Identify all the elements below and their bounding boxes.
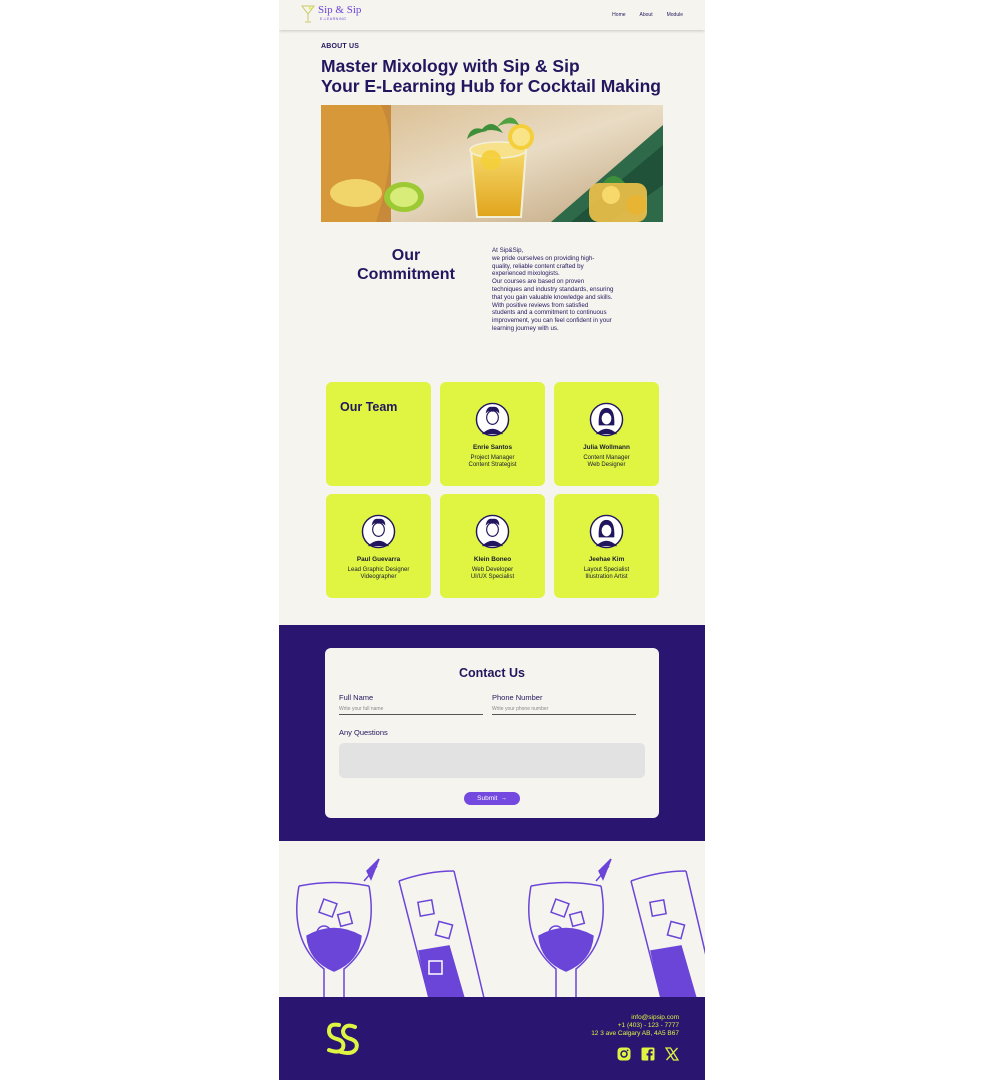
phone-number-label: Phone Number: [492, 693, 543, 702]
commitment-title-line-2: Commitment: [357, 266, 455, 283]
contact-section: Contact Us Full Name Phone Number Any Qu…: [279, 625, 705, 841]
brand-name: Sip & Sip: [318, 4, 362, 16]
cocktail-glass-icon: [301, 5, 315, 23]
footer-contact-info: info@sipsip.com +1 (403) - 123 - 7777 12…: [591, 1014, 679, 1038]
member-name: Klein Boneo: [473, 556, 512, 563]
page-headline: Master Mixology with Sip & Sip Your E-Le…: [321, 56, 681, 96]
member-name: Enrie Santos: [472, 444, 513, 451]
brand-logo[interactable]: Sip & Sip E-LEARNING: [301, 4, 361, 24]
member-role: Illustration Artist: [585, 574, 628, 580]
member-role: UI/UX Specialist: [470, 574, 515, 580]
brand-tagline: E-LEARNING: [320, 17, 347, 21]
submit-label: Submit: [477, 795, 498, 802]
commitment-line: Our courses are based on proven: [492, 278, 585, 286]
team-member-card: Paul Guevarra Lead Graphic Designer Vide…: [326, 494, 431, 598]
commitment-line: students and a commitment to continuous: [492, 309, 607, 317]
commitment-line: improvement, you can feel confident in y…: [492, 317, 612, 325]
questions-label: Any Questions: [339, 728, 388, 737]
arrow-right-icon: →: [500, 795, 507, 802]
team-member-card: Enrie Santos Project Manager Content Str…: [440, 382, 545, 486]
commitment-line: learning journey with us.: [492, 324, 559, 332]
ss-monogram-logo: [326, 1022, 359, 1055]
facebook-icon[interactable]: [641, 1047, 655, 1061]
commitment-title-line-1: Our: [391, 247, 421, 264]
male-avatar-icon: [361, 514, 396, 549]
questions-textarea[interactable]: [339, 743, 645, 778]
member-role: Content Manager: [583, 455, 630, 461]
page: Sip & Sip E-LEARNING Home About Module A…: [279, 0, 705, 1080]
headline-line-1: Master Mixology with Sip & Sip: [321, 56, 580, 76]
nav-home[interactable]: Home: [612, 12, 625, 18]
nav-about[interactable]: About: [640, 12, 653, 18]
footer-phone[interactable]: +1 (403) - 123 - 7777: [591, 1022, 679, 1030]
nav-module[interactable]: Module: [667, 12, 683, 18]
member-role: Project Manager: [470, 455, 515, 461]
commitment-line: experienced mixologists.: [492, 270, 560, 278]
commitment-line: At Sip&Sip,: [492, 247, 524, 254]
hero-cocktail-image: [321, 105, 663, 222]
member-role: Lead Graphic Designer: [347, 567, 410, 573]
male-avatar-icon: [475, 514, 510, 549]
female-avatar-icon: [589, 402, 624, 437]
footer-email[interactable]: info@sipsip.com: [591, 1014, 679, 1022]
instagram-icon[interactable]: [617, 1047, 631, 1061]
top-navigation-bar: Sip & Sip E-LEARNING Home About Module: [279, 0, 705, 30]
footer-address: 12 3 ave Calgary AB, 4A5 B67: [591, 1030, 679, 1037]
commitment-line: quality, reliable content crafted by: [492, 262, 584, 270]
submit-button[interactable]: Submit →: [464, 792, 520, 805]
headline-line-2: Your E-Learning Hub for Cocktail Making: [321, 76, 661, 96]
team-title: Our Team: [340, 400, 398, 414]
commitment-line: With positive reviews from satisfied: [492, 301, 589, 309]
team-title-card: Our Team: [326, 382, 431, 486]
female-avatar-icon: [589, 514, 624, 549]
team-member-card: Julia Wollmann Content Manager Web Desig…: [554, 382, 659, 486]
full-name-label: Full Name: [339, 693, 374, 702]
member-role: Web Designer: [587, 462, 626, 468]
about-us-tag: ABOUT US: [321, 43, 360, 50]
full-name-input[interactable]: [339, 704, 483, 715]
member-role: Layout Specialist: [583, 567, 630, 573]
phone-number-input[interactable]: [492, 704, 636, 715]
social-links: [617, 1047, 680, 1061]
main-nav: Home About Module: [612, 12, 683, 18]
commitment-line: that you gain valuable knowledge and ski…: [492, 293, 613, 301]
member-role: Videographer: [360, 574, 397, 580]
member-role: Web Developer: [471, 567, 514, 573]
member-name: Jeehae Kim: [588, 556, 625, 563]
member-role: Content Strategist: [468, 462, 517, 468]
commitment-line: we pride ourselves on providing high-: [492, 254, 595, 262]
team-member-card: Jeehae Kim Layout Specialist Illustratio…: [554, 494, 659, 598]
cocktail-glass-illustration: [296, 858, 380, 998]
male-avatar-icon: [475, 402, 510, 437]
contact-title: Contact Us: [459, 666, 525, 680]
member-name: Paul Guevarra: [356, 556, 401, 563]
site-footer: info@sipsip.com +1 (403) - 123 - 7777 12…: [279, 997, 705, 1080]
team-member-card: Klein Boneo Web Developer UI/UX Speciali…: [440, 494, 545, 598]
member-name: Julia Wollmann: [583, 444, 630, 451]
commitment-text: At Sip&Sip, we pride ourselves on provid…: [492, 247, 637, 333]
x-icon[interactable]: [664, 1047, 680, 1061]
commitment-line: techniques and industry standards, ensur…: [492, 285, 614, 293]
cocktail-illustration-banner: [279, 841, 705, 998]
contact-form: Contact Us Full Name Phone Number Any Qu…: [325, 648, 659, 818]
commitment-title: Our Commitment: [341, 246, 471, 284]
